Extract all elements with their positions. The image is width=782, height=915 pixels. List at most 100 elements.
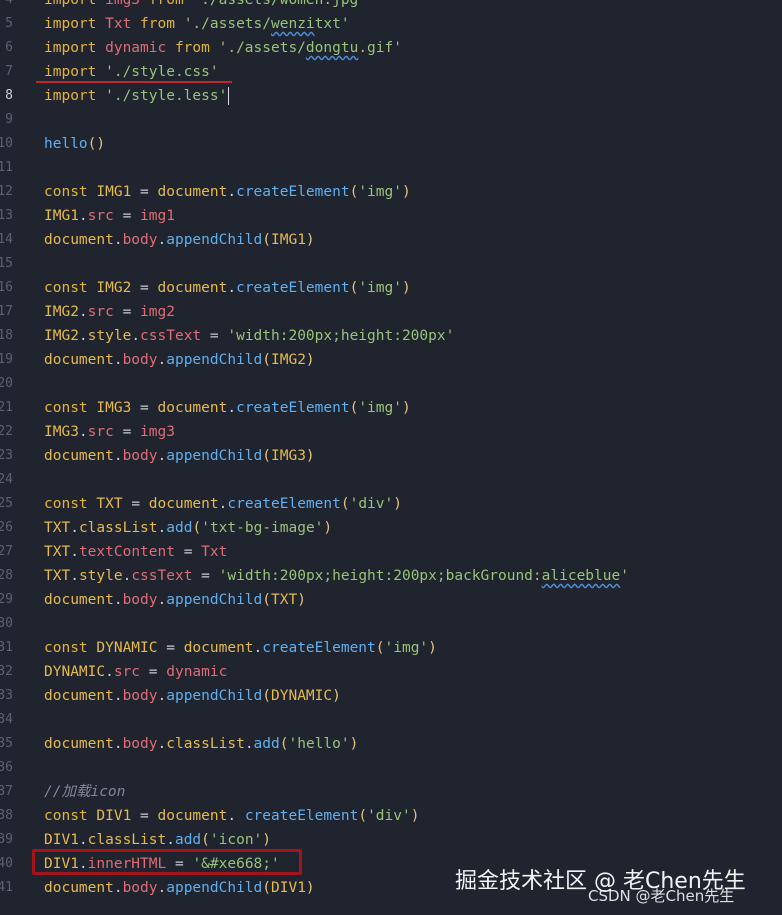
code-token: . [113,688,123,704]
code-token: () [87,136,106,152]
code-editor[interactable]: 4 import img3 from './assets/women.jpg' 5 i… [0,0,782,915]
code-token: ) [401,400,411,416]
code-token: ( [262,880,271,896]
code-line[interactable]: 13 IMG1.src = img1 [0,204,782,228]
code-line[interactable]: 5 import Txt from './assets/wenzitxt' [0,12,782,36]
line-number: 27 [0,544,13,559]
code-token: './assets/women.jpg' [192,0,368,8]
code-line[interactable]: 11 [0,156,782,180]
code-token: classList [166,736,245,752]
code-token: = [183,544,202,560]
code-text: IMG3.src = img3 [44,420,175,444]
code-line[interactable]: 29 document.body.appendChild(TXT) [0,588,782,612]
code-line[interactable]: 33 document.body.appendChild(DYNAMIC) [0,684,782,708]
code-line[interactable]: 32 DYNAMIC.src = dynamic [0,660,782,684]
code-token: = [166,640,184,656]
code-line[interactable]: 6 import dynamic from './assets/dongtu.gi… [0,36,782,60]
code-text: TXT.textContent = Txt [44,540,227,564]
code-token: ) [332,688,341,704]
line-number: 29 [0,592,13,607]
code-line[interactable]: 19 document.body.appendChild(IMG2) [0,348,782,372]
code-text: TXT.style.cssText = 'width:200px;height:… [44,564,629,588]
code-token: 'div' [349,496,394,512]
code-line[interactable]: 37 //加载icon [0,780,782,804]
code-line[interactable]: 23 document.body.appendChild(IMG3) [0,444,782,468]
code-token: img2 [140,304,175,320]
code-token: ( [192,520,202,536]
code-token: . [70,568,79,584]
code-text: const IMG3 = document.createElement('img… [44,396,411,420]
code-token: from [174,40,219,56]
code-token: classList [87,832,167,848]
code-line[interactable]: 35 document.body.classList.add('hello') [0,732,782,756]
line-number: 26 [0,520,13,535]
code-token: body [122,880,158,896]
code-token: ( [358,808,368,824]
code-line[interactable]: 28 TXT.style.cssText = 'width:200px;heigh… [0,564,782,588]
line-number: 37 [0,784,13,799]
code-token: ) [401,280,411,296]
line-number: 16 [0,280,13,295]
code-token: './assets/ [183,16,271,32]
code-token: . [131,328,141,344]
code-token: = [122,304,141,320]
code-token: ) [305,232,315,248]
code-text: const IMG1 = document.createElement('img… [44,180,411,204]
code-token: IMG3 [271,448,306,464]
code-token: . [244,736,254,752]
code-line[interactable]: 36 [0,756,782,780]
code-line[interactable]: 38 const DIV1 = document. createElement('… [0,804,782,828]
code-line[interactable]: 26 TXT.classList.add('txt-bg-image') [0,516,782,540]
code-line[interactable]: 21 const IMG3 = document.createElement('i… [0,396,782,420]
code-line[interactable]: 27 TXT.textContent = Txt [0,540,782,564]
code-token: 'icon' [209,832,263,848]
code-token: createElement [227,496,341,512]
code-token: createElement [236,400,350,416]
code-token: . [78,328,88,344]
code-line[interactable]: 15 [0,252,782,276]
code-line[interactable]: 18 IMG2.style.cssText = 'width:200px;heig… [0,324,782,348]
code-line[interactable]: 22 IMG3.src = img3 [0,420,782,444]
code-token: TXT [271,592,298,608]
code-token: style [78,568,123,584]
code-line[interactable]: 8 import './style.less' [0,84,782,108]
code-line[interactable]: 30 [0,612,782,636]
code-line[interactable]: 12 const IMG1 = document.createElement('i… [0,180,782,204]
line-number: 20 [0,376,13,391]
code-token: hello [44,136,88,152]
code-token: const [44,640,97,656]
code-line[interactable]: 17 IMG2.src = img2 [0,300,782,324]
line-number: 18 [0,328,13,343]
code-token: . [227,184,237,200]
code-line[interactable]: 16 const IMG2 = document.createElement('i… [0,276,782,300]
code-line[interactable]: 25 const TXT = document.createElement('di… [0,492,782,516]
code-token: ) [262,832,272,848]
code-token: aliceblue [541,568,621,584]
code-token: 'img' [384,640,429,656]
code-token: import [44,0,106,8]
code-line[interactable]: 20 [0,372,782,396]
line-number: 12 [0,184,13,199]
code-token: import [44,64,106,80]
code-token: from [148,0,193,8]
code-token: ) [305,880,315,896]
code-token: 'img' [358,280,402,296]
code-token: 'width:200px;height:200px' [227,328,455,344]
code-token: document [157,184,228,200]
code-token: TXT [44,544,71,560]
code-line[interactable]: 14 document.body.appendChild(IMG1) [0,228,782,252]
code-token: . [113,880,123,896]
code-token: document [44,592,114,608]
code-line[interactable]: 10 hello() [0,132,782,156]
code-token: ) [410,808,420,824]
code-token: document [157,808,228,824]
code-token: . [157,880,167,896]
code-line[interactable]: 9 [0,108,782,132]
code-line[interactable]: 31 const DYNAMIC = document.createElement… [0,636,782,660]
code-line[interactable]: 4 import img3 from './assets/women.jpg' [0,0,782,12]
code-line[interactable]: 24 [0,468,782,492]
code-text: document.body.classList.add('hello') [44,732,358,756]
code-line[interactable]: 34 [0,708,782,732]
code-token: appendChild [166,592,263,608]
code-token: ) [428,640,437,656]
